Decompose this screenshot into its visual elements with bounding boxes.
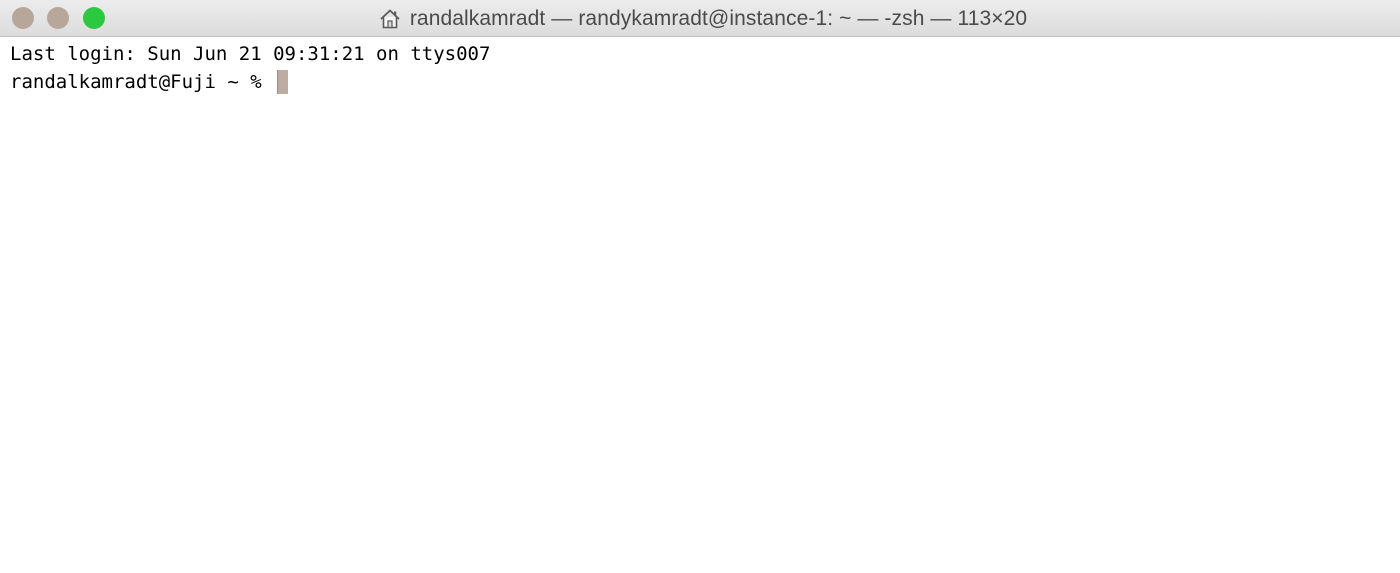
terminal-window: randalkamradt — randykamradt@instance-1:… [0,0,1400,573]
shell-prompt: randalkamradt@Fuji ~ % [10,70,274,93]
terminal-content[interactable]: Last login: Sun Jun 21 09:31:21 on ttys0… [10,41,1400,573]
prompt-line[interactable]: randalkamradt@Fuji ~ % [10,69,1400,97]
home-icon [379,8,401,30]
window-title: randalkamradt — randykamradt@instance-1:… [409,6,1028,30]
text-cursor [277,70,289,95]
last-login-text: Last login: Sun Jun 21 09:31:21 on ttys0… [10,43,491,65]
last-login-line: Last login: Sun Jun 21 09:31:21 on ttys0… [10,41,1400,69]
window-title-container: randalkamradt — randykamradt@instance-1:… [0,0,1400,37]
title-bar[interactable]: randalkamradt — randykamradt@instance-1:… [0,0,1400,37]
